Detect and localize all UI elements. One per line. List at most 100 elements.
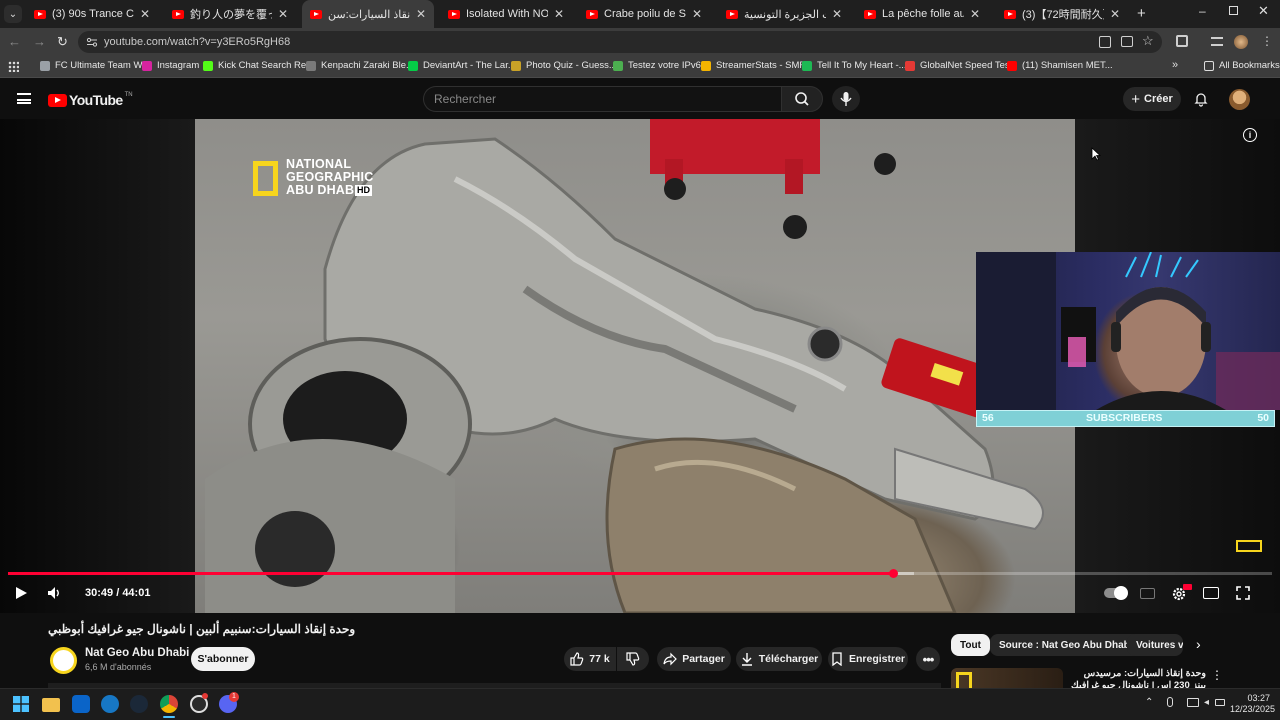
- dislike-button[interactable]: [617, 647, 649, 671]
- share-button[interactable]: Partager: [657, 647, 731, 671]
- captions-button[interactable]: [1140, 588, 1155, 599]
- minimize-button[interactable]: –: [1199, 4, 1206, 18]
- channel-watermark-icon[interactable]: [1236, 540, 1262, 552]
- browser-tab[interactable]: 釣り人の夢を覆った！堤防か ✕: [164, 0, 296, 28]
- chip-source[interactable]: Source : Nat Geo Abu Dhabi: [990, 634, 1142, 656]
- steam-icon[interactable]: [130, 695, 148, 713]
- forward-button[interactable]: →: [33, 34, 46, 49]
- all-bookmarks-button[interactable]: All Bookmarks: [1204, 60, 1280, 71]
- like-button[interactable]: 77 k: [564, 647, 616, 671]
- bookmark-item[interactable]: Tell It To My Heart -...: [802, 60, 907, 71]
- reload-button[interactable]: ↻: [57, 34, 68, 50]
- chip-cars[interactable]: Voitures vi: [1127, 634, 1183, 656]
- more-actions-button[interactable]: •••: [916, 647, 940, 671]
- browser-tab[interactable]: Isolated With NO Food Su ✕: [440, 0, 572, 28]
- tab-close-icon[interactable]: ✕: [692, 7, 702, 21]
- new-tab-button[interactable]: +: [1137, 5, 1146, 22]
- video-info-icon[interactable]: i: [1243, 128, 1257, 142]
- channel-name[interactable]: Nat Geo Abu Dhabi: [85, 647, 189, 659]
- tab-search-button[interactable]: ⌄: [4, 5, 22, 23]
- bookmark-favicon-icon: [511, 60, 521, 71]
- tab-close-icon[interactable]: ✕: [416, 7, 426, 21]
- browser-tab[interactable]: إكتشفت الجزيرة التونسية ✕: [718, 0, 850, 28]
- bookmark-item[interactable]: (11) Shamisen MET...: [1007, 60, 1113, 71]
- bookmark-favicon-icon: [905, 60, 915, 71]
- media-controls-icon[interactable]: [1211, 37, 1223, 46]
- site-info-icon[interactable]: [86, 36, 98, 48]
- browser-menu-icon[interactable]: ⋮: [1261, 34, 1273, 48]
- microphone-tray-icon[interactable]: [1167, 697, 1173, 707]
- play-icon: [16, 587, 27, 599]
- chrome-icon[interactable]: [160, 695, 178, 713]
- bookmark-item[interactable]: Photo Quiz - Guess...: [511, 60, 617, 71]
- hamburger-menu-icon[interactable]: [17, 93, 31, 104]
- tab-close-icon[interactable]: ✕: [554, 7, 564, 21]
- bookmark-item[interactable]: Kick Chat Search Re...: [203, 60, 314, 71]
- tab-close-icon[interactable]: ✕: [140, 7, 150, 21]
- tab-close-icon[interactable]: ✕: [278, 7, 288, 21]
- bookmark-item[interactable]: GlobalNet Speed Test: [905, 60, 1012, 71]
- back-button[interactable]: ←: [8, 34, 21, 49]
- more-bookmarks-icon[interactable]: »: [1172, 59, 1178, 71]
- autoplay-toggle[interactable]: [1104, 586, 1128, 600]
- edge-icon[interactable]: [101, 695, 119, 713]
- play-button[interactable]: [14, 586, 28, 600]
- tab-title: 釣り人の夢を覆った！堤防か: [190, 9, 272, 21]
- save-button[interactable]: Enregistrer: [828, 647, 908, 671]
- all-bookmarks-label: All Bookmarks: [1219, 60, 1280, 71]
- bookmark-star-icon[interactable]: ☆: [1142, 33, 1154, 49]
- search-button[interactable]: [781, 86, 823, 112]
- system-clock[interactable]: 03:27 12/23/2025: [1230, 693, 1275, 715]
- recommended-title[interactable]: وحدة إنقاذ السيارات: مرسيدس بينز 230 إس …: [1068, 668, 1206, 688]
- volume-button[interactable]: [47, 586, 63, 600]
- volume-tray-icon[interactable]: ◂: [1204, 697, 1209, 708]
- chip-all[interactable]: Tout: [951, 634, 990, 656]
- account-avatar[interactable]: [1229, 89, 1250, 110]
- tray-overflow-icon[interactable]: ⌃: [1145, 697, 1153, 708]
- bookmark-item[interactable]: StreamerStats - SMF...: [701, 60, 812, 71]
- notifications-bell-icon[interactable]: [1193, 91, 1209, 107]
- translate-icon[interactable]: [1099, 36, 1111, 48]
- extensions-icon[interactable]: [1176, 35, 1188, 47]
- outlook-icon[interactable]: [72, 695, 90, 713]
- webcam-scene: [976, 252, 1280, 410]
- browser-tab[interactable]: (3)【72時間耐久】3泊4日 ✕: [996, 0, 1128, 28]
- bookmark-item[interactable]: Testez votre IPv6.: [613, 60, 704, 71]
- browser-tab[interactable]: La pêche folle au Japon ✕: [856, 0, 988, 28]
- tab-close-icon[interactable]: ✕: [1110, 7, 1120, 21]
- recommended-thumbnail[interactable]: [951, 668, 1063, 688]
- create-button[interactable]: + Créer: [1123, 87, 1181, 111]
- subscribe-button[interactable]: S'abonner: [191, 647, 255, 671]
- network-icon[interactable]: [1187, 698, 1199, 707]
- bookmark-item[interactable]: Kenpachi Zaraki Ble...: [306, 60, 414, 71]
- download-label: Télécharger: [758, 653, 819, 665]
- browser-tab[interactable]: وحدة إنقاذ السيارات:سن ✕: [302, 0, 434, 28]
- bookmark-favicon-icon: [142, 60, 152, 71]
- bookmark-item[interactable]: FC Ultimate Team W...: [40, 60, 150, 71]
- chips-next-button[interactable]: ›: [1196, 636, 1201, 652]
- theater-mode-button[interactable]: [1203, 587, 1219, 599]
- youtube-logo[interactable]: YouTube TN: [48, 92, 133, 108]
- bookmark-item[interactable]: DeviantArt - The Lar...: [408, 60, 516, 71]
- maximize-button[interactable]: [1229, 6, 1238, 15]
- browser-tab[interactable]: (3) 90s Trance Classics M ✕: [26, 0, 158, 28]
- download-button[interactable]: Télécharger: [736, 647, 822, 671]
- battery-icon[interactable]: [1215, 699, 1225, 706]
- recommended-more-icon[interactable]: ⋮: [1211, 668, 1223, 682]
- tab-close-icon[interactable]: ✕: [970, 7, 980, 21]
- browser-tab[interactable]: Crabe poilu de Sapporo ✕: [578, 0, 710, 28]
- profile-avatar[interactable]: [1234, 35, 1248, 49]
- install-app-icon[interactable]: [1121, 36, 1133, 47]
- file-explorer-icon[interactable]: [42, 698, 60, 712]
- youtube-wordmark: YouTube: [69, 92, 123, 108]
- close-window-button[interactable]: ✕: [1258, 3, 1269, 19]
- bookmark-item[interactable]: Instagram: [142, 60, 199, 71]
- tab-close-icon[interactable]: ✕: [832, 7, 842, 21]
- apps-grid-icon[interactable]: [8, 61, 19, 72]
- voice-search-button[interactable]: [832, 86, 860, 112]
- progress-scrubber-handle[interactable]: [889, 569, 898, 578]
- fullscreen-button[interactable]: [1236, 586, 1250, 600]
- channel-avatar[interactable]: [50, 647, 77, 674]
- bookmark-label: Testez votre IPv6.: [628, 60, 704, 71]
- windows-start-icon[interactable]: [13, 696, 29, 712]
